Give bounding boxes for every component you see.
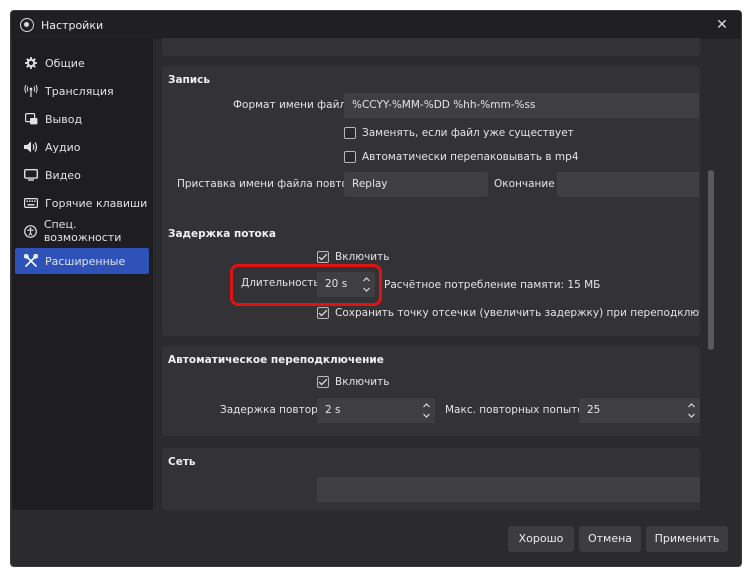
monitor-icon [23,169,39,181]
stream-delay-enable-checkbox[interactable] [317,251,329,263]
sidebar-item-hotkeys[interactable]: Горячие клавиши [15,190,149,216]
wrench-icon [23,254,39,268]
obs-logo-icon [20,18,34,32]
group-title: Запись [168,74,211,86]
overwrite-label: Заменять, если файл уже существует [362,127,574,139]
retry-delay-value: 2 s [325,404,341,416]
group-title: Автоматическое переподключение [168,354,384,366]
sidebar-item-label: Аудио [45,140,81,154]
spin-arrows-icon[interactable] [687,400,696,421]
duration-highlight-annotation [230,264,382,306]
sidebar-item-output[interactable]: Вывод [15,106,149,132]
preserve-cutoff-checkbox[interactable] [317,307,329,319]
close-icon[interactable]: ✕ [713,16,731,34]
max-retries-value: 25 [587,404,601,416]
sidebar-item-label: Вывод [45,112,83,126]
keyboard-icon [23,198,39,208]
filename-format-label: Формат имени файла [233,99,353,111]
sidebar-item-label: Трансляция [45,84,114,98]
remux-label: Автоматически перепаковывать в mp4 [362,151,579,163]
sidebar-item-general[interactable]: Общие [15,50,149,76]
speaker-icon [23,141,39,153]
ok-button[interactable]: Хорошо [508,526,574,552]
sidebar-item-label: Спец. возможности [43,218,122,244]
sidebar-item-advanced[interactable]: Расширенные [15,248,149,274]
previous-group-bottom [162,38,700,56]
memory-estimate-text: Расчётное потребление памяти: 15 МБ [384,279,601,291]
cancel-button[interactable]: Отмена [579,526,641,552]
scrollbar-thumb[interactable] [708,170,714,350]
max-retries-spinbox[interactable]: 25 [579,398,700,423]
output-icon [23,113,39,125]
title-bar: Настройки ✕ [11,11,741,39]
suffix-input[interactable] [557,172,699,197]
remux-checkbox[interactable] [344,151,356,163]
stream-delay-enable-label: Включить [335,251,390,263]
group-title: Сеть [168,456,196,468]
network-field-partial[interactable] [317,477,700,502]
sidebar-item-label: Общие [45,56,85,70]
sidebar-item-video[interactable]: Видео [15,162,149,188]
suffix-label: Окончание [494,178,555,190]
replay-prefix-label: Приставка имени файла повтора [177,178,362,190]
gear-icon [23,57,39,69]
settings-sidebar: Общие Трансляция Вывод Аудио Видео Горяч… [12,38,153,510]
sidebar-item-accessibility[interactable]: Спец. возможности [15,218,149,244]
sidebar-item-label: Горячие клавиши [45,196,148,210]
max-retries-label: Макс. повторных попыток [445,404,591,416]
filename-format-input[interactable]: %CCYY-%MM-%DD %hh-%mm-%ss [344,93,699,118]
recording-group: Запись Формат имени файла %CCYY-%MM-%DD … [162,66,700,236]
sidebar-item-label: Расширенные [45,254,126,268]
preserve-cutoff-label: Сохранить точку отсечки (увеличить задер… [335,307,700,319]
retry-delay-label: Задержка повтора [220,404,325,416]
window-title: Настройки [41,18,104,32]
replay-prefix-input[interactable]: Replay [344,172,488,197]
sidebar-item-audio[interactable]: Аудио [15,134,149,160]
sidebar-item-label: Видео [45,168,81,182]
reconnect-enable-label: Включить [335,376,390,388]
spin-arrows-icon[interactable] [422,400,431,421]
reconnect-enable-checkbox[interactable] [317,376,329,388]
reconnect-group: Автоматическое переподключение Включить … [162,346,700,436]
accessibility-icon [23,224,38,238]
apply-button[interactable]: Применить [646,526,728,552]
retry-delay-spinbox[interactable]: 2 s [317,398,435,423]
overwrite-checkbox[interactable] [344,127,356,139]
network-group: Сеть [162,448,700,510]
group-title: Задержка потока [168,228,276,240]
sidebar-item-stream[interactable]: Трансляция [15,78,149,104]
broadcast-icon [23,85,39,97]
